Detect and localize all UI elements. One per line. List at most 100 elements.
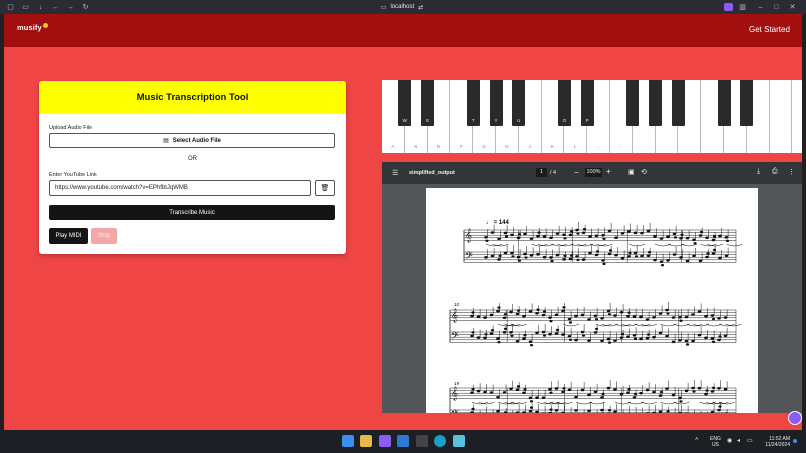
play-midi-button[interactable]: Play MIDI (49, 228, 88, 244)
address-bar[interactable]: ▭ localhost ⇄ (372, 2, 432, 12)
note-head (536, 308, 540, 311)
treble-clef: 𝄞 (465, 228, 472, 242)
note-head (671, 316, 676, 319)
print-icon[interactable]: ⎙ (772, 168, 778, 176)
note-head (595, 250, 600, 253)
note-head (549, 236, 553, 240)
file-icon: ▤ (163, 138, 169, 144)
note-head (471, 407, 475, 411)
zoom-out-icon[interactable]: − (574, 168, 579, 177)
workspaces-icon[interactable]: ▢ (6, 3, 15, 11)
language-indicator[interactable]: ENG US (710, 436, 721, 448)
note-head (568, 321, 573, 324)
logo-text: musify (17, 23, 42, 32)
black-key[interactable] (671, 80, 685, 126)
menu-icon[interactable]: ☰ (392, 169, 398, 177)
browser-icon[interactable] (379, 435, 391, 447)
file-explorer-icon[interactable] (360, 435, 372, 447)
page-number-input[interactable]: 1 (536, 168, 547, 177)
note-head (652, 315, 656, 319)
app-header: musify Get Started (4, 14, 802, 47)
wifi-icon[interactable]: ◉ (727, 437, 732, 444)
select-audio-button[interactable]: ▤ Select Audio File (49, 133, 335, 148)
black-key[interactable]: P (580, 80, 594, 126)
vscode-icon[interactable] (397, 435, 409, 447)
note-head (697, 333, 702, 337)
treble-clef: 𝄞 (451, 308, 458, 322)
note-head (658, 331, 663, 335)
black-key[interactable]: W (398, 80, 412, 126)
battery-icon[interactable]: ▭ (747, 437, 753, 444)
musify-logo[interactable]: musify (17, 23, 48, 32)
note-head (471, 311, 475, 314)
note-head (666, 312, 670, 315)
notification-icon[interactable] (793, 439, 797, 443)
note-head (691, 386, 695, 390)
more-options-icon[interactable]: ⋮ (788, 168, 795, 176)
back-icon[interactable]: ← (51, 3, 60, 11)
volume-icon[interactable]: ◂ (737, 437, 740, 444)
note-head (567, 317, 572, 321)
refresh-icon[interactable]: ↻ (81, 3, 90, 11)
transcribe-button[interactable]: Transcribe Music (49, 205, 335, 220)
clear-link-button[interactable]: 🗑 (315, 180, 335, 196)
share-icon[interactable]: ⇄ (418, 4, 423, 11)
black-key[interactable] (717, 80, 731, 126)
download-pdf-icon[interactable]: ⤓ (757, 168, 760, 176)
minimize-icon[interactable]: – (756, 3, 765, 11)
zoom-level[interactable]: 100% (585, 168, 602, 177)
fit-page-icon[interactable]: ▣ (628, 168, 635, 176)
note-head (528, 340, 533, 343)
black-key[interactable] (626, 80, 640, 126)
rotate-icon[interactable]: ⟲ (641, 168, 647, 176)
note-head (497, 340, 501, 344)
note-head (593, 331, 598, 334)
note-head (717, 317, 721, 320)
note-head (619, 392, 624, 396)
black-key[interactable]: Y (489, 80, 503, 126)
note-head (718, 234, 722, 238)
black-key[interactable] (649, 80, 663, 126)
note-head (594, 234, 599, 238)
terminal-icon[interactable] (416, 435, 428, 447)
note-head (653, 235, 657, 238)
note-head (639, 391, 643, 395)
site-info-icon[interactable]: ▭ (381, 4, 387, 11)
black-key[interactable]: E (421, 80, 435, 126)
note-head (594, 327, 599, 331)
lang-region: US (711, 442, 719, 448)
forward-icon[interactable]: → (66, 3, 75, 11)
black-key[interactable]: U (512, 80, 526, 126)
key-label: O (562, 118, 567, 123)
start-icon[interactable] (342, 435, 354, 447)
youtube-link-input[interactable]: https://www.youtube.com/watch?v=EPhfbtJq… (49, 180, 311, 196)
assistant-bubble-icon[interactable] (788, 411, 802, 425)
pdf-viewer: ☰ simplified_output 1 / 4 − 100% + ▣ ⟲ ⤓… (382, 162, 802, 413)
sidebar-icon[interactable]: ▥ (738, 3, 747, 11)
maximize-icon[interactable]: □ (772, 3, 781, 11)
note-head (594, 318, 599, 321)
zoom-in-icon[interactable]: + (606, 167, 611, 176)
note-head (710, 390, 715, 393)
get-started-link[interactable]: Get Started (749, 25, 790, 34)
close-window-icon[interactable]: ✕ (788, 3, 797, 11)
notepad-icon[interactable] (453, 435, 465, 447)
download-icon[interactable]: ↓ (36, 3, 45, 11)
note-head (678, 338, 682, 342)
black-key[interactable]: T (466, 80, 480, 126)
clock[interactable]: 11:52 AM 11/24/2024 (758, 436, 790, 448)
note-head (522, 411, 526, 413)
black-key[interactable] (740, 80, 754, 126)
note-head (541, 330, 546, 334)
tray-chevron-icon[interactable]: ˄ (695, 437, 699, 443)
panel-title: Music Transcription Tool (39, 81, 346, 114)
note-head (678, 315, 682, 319)
page-total: / 4 (550, 170, 557, 176)
white-key[interactable] (770, 80, 793, 153)
key-label: P (585, 118, 589, 123)
extension-icon[interactable] (724, 3, 733, 11)
stop-button[interactable]: Stop (91, 228, 117, 244)
black-key[interactable]: O (557, 80, 571, 126)
app-icon[interactable] (434, 435, 446, 447)
tabs-icon[interactable]: ▭ (21, 3, 30, 11)
